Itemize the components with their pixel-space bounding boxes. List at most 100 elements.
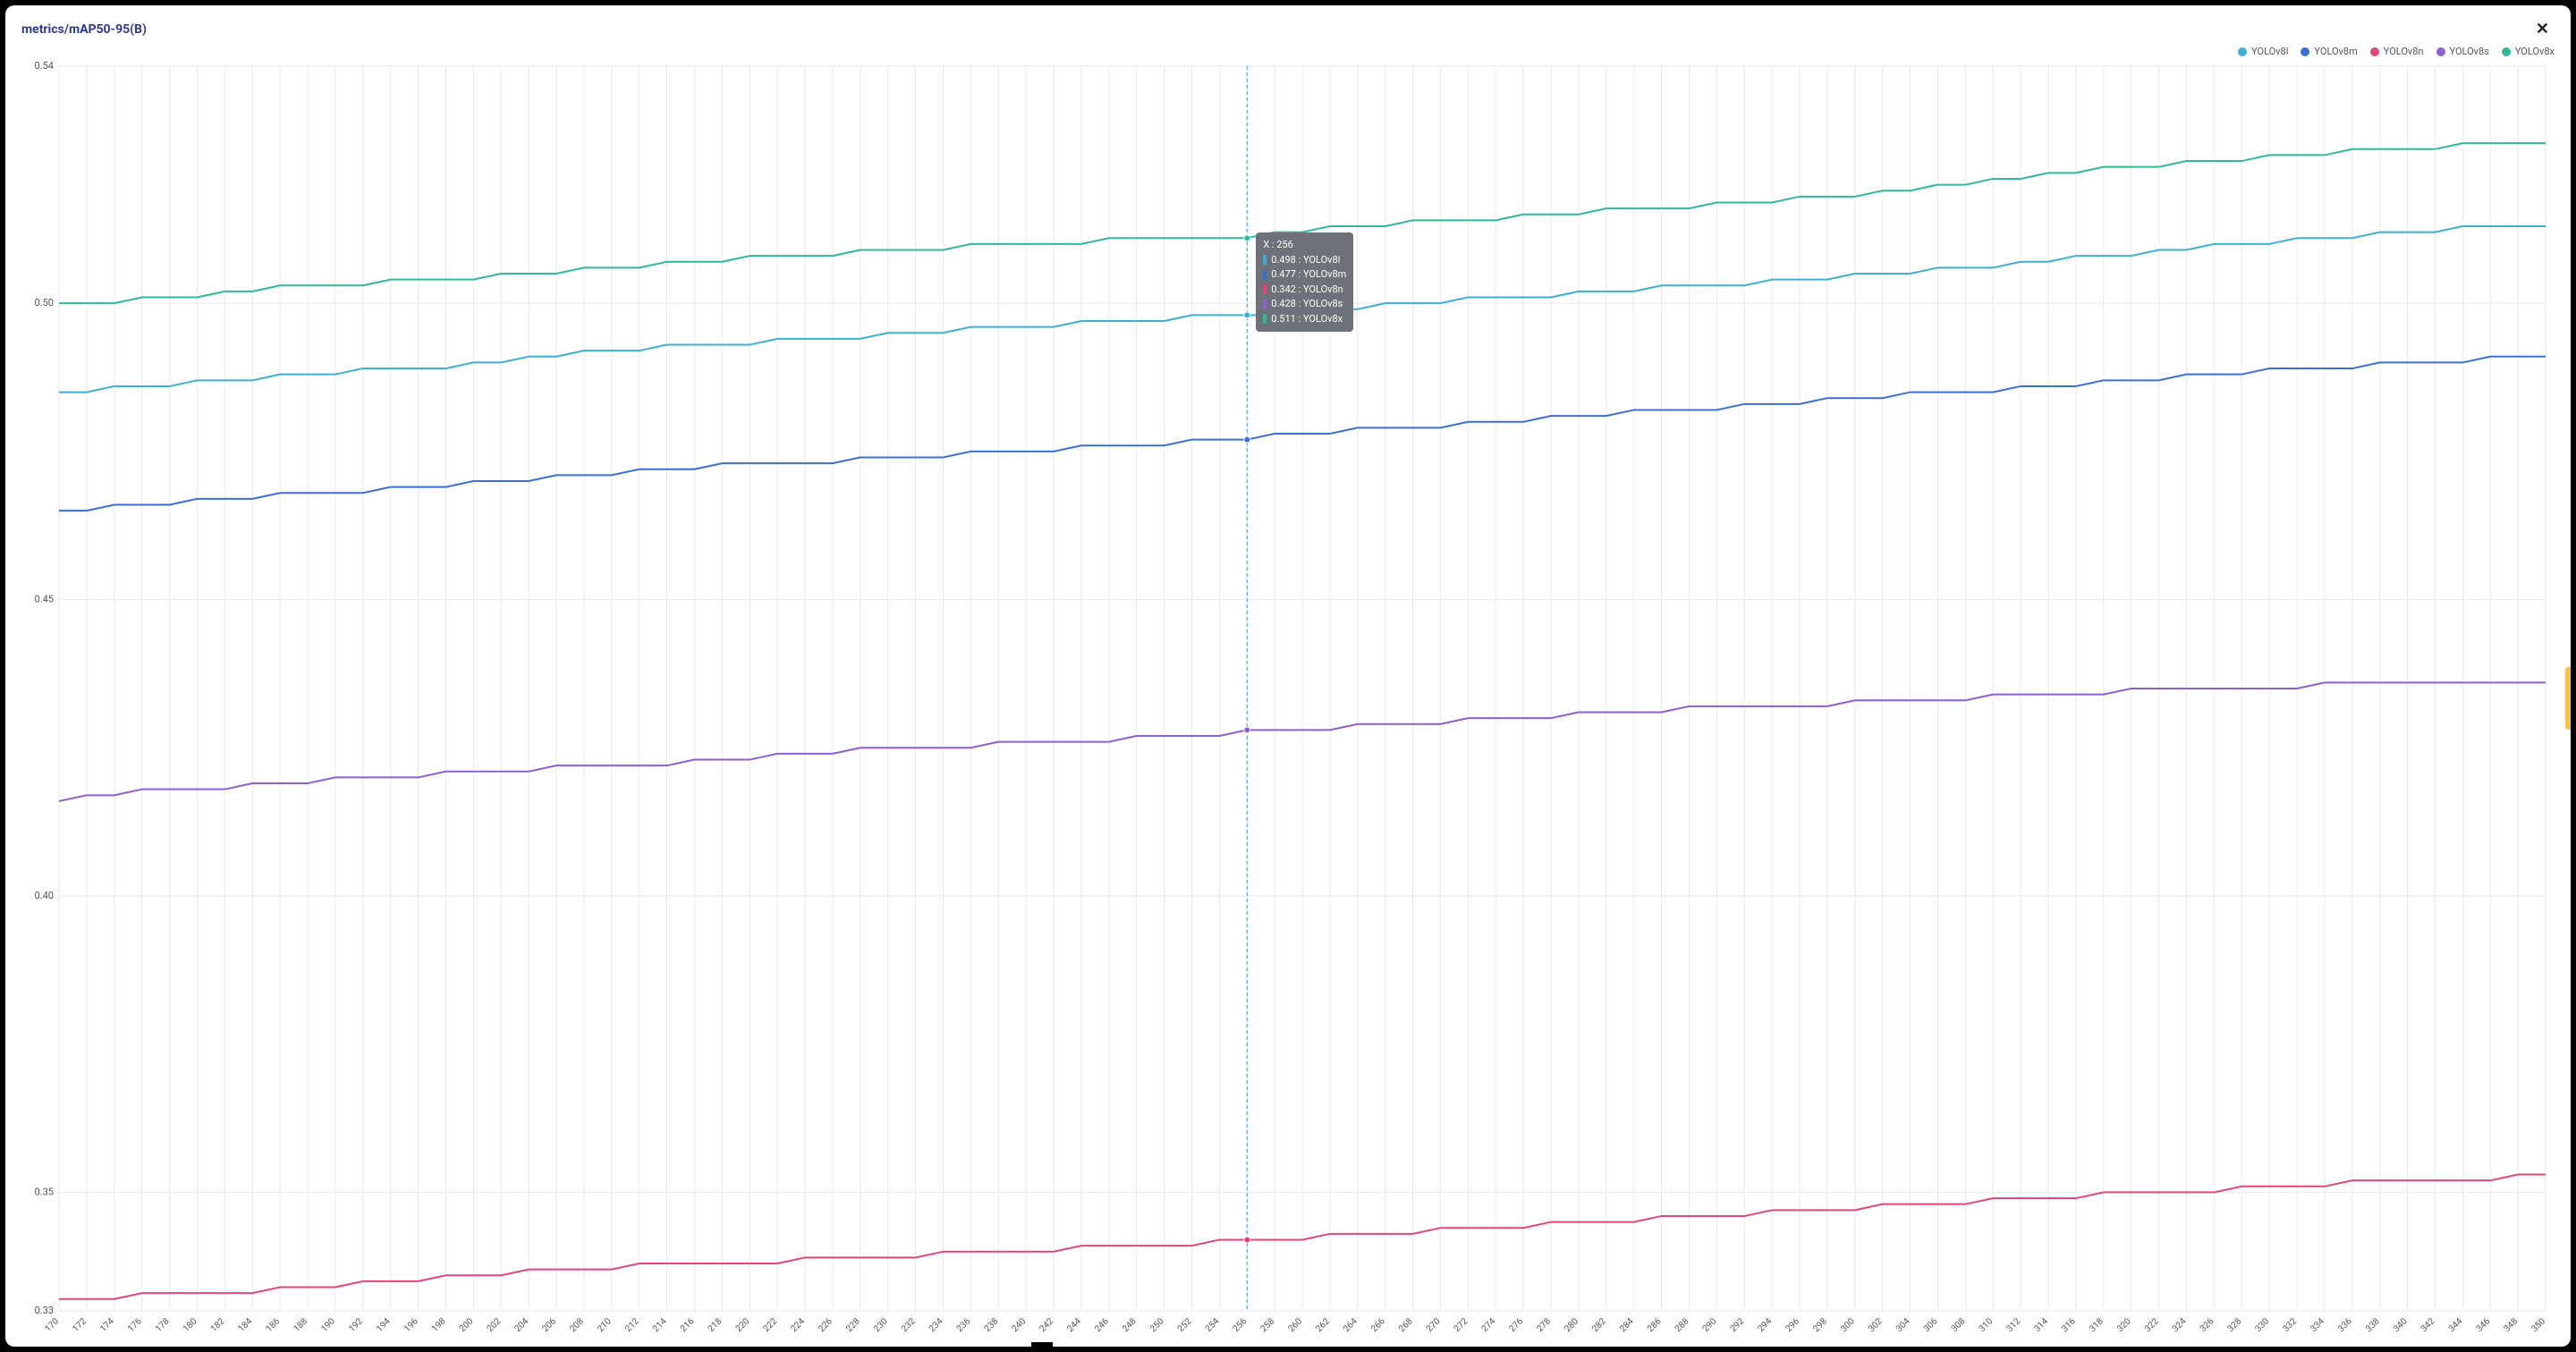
svg-text:274: 274: [1480, 1316, 1498, 1334]
svg-text:242: 242: [1038, 1316, 1055, 1334]
legend-label: YOLOv8n: [2384, 46, 2424, 57]
svg-text:0.35: 0.35: [35, 1186, 54, 1197]
svg-text:0.54: 0.54: [35, 61, 54, 72]
legend-label: YOLOv8s: [2450, 46, 2489, 57]
svg-text:306: 306: [1922, 1316, 1940, 1334]
svg-text:248: 248: [1121, 1316, 1139, 1334]
svg-text:316: 316: [2060, 1316, 2078, 1334]
svg-text:278: 278: [1535, 1316, 1553, 1334]
svg-text:328: 328: [2226, 1316, 2244, 1334]
svg-text:0.50: 0.50: [35, 297, 54, 308]
svg-text:344: 344: [2447, 1316, 2465, 1334]
close-icon[interactable]: ✕: [2530, 18, 2555, 40]
side-tab-handle[interactable]: [2565, 667, 2571, 730]
svg-text:350: 350: [2529, 1316, 2547, 1334]
svg-text:194: 194: [375, 1316, 393, 1334]
svg-text:314: 314: [2032, 1316, 2050, 1334]
svg-text:254: 254: [1204, 1316, 1222, 1334]
svg-text:310: 310: [1978, 1316, 1996, 1334]
svg-text:188: 188: [292, 1316, 309, 1334]
svg-text:238: 238: [983, 1316, 1001, 1334]
svg-text:326: 326: [2199, 1316, 2216, 1334]
svg-text:300: 300: [1839, 1316, 1857, 1334]
svg-text:234: 234: [928, 1316, 945, 1334]
chart-area[interactable]: 1701721741761781801821841861881901921941…: [21, 61, 2555, 1338]
legend-label: YOLOv8l: [2251, 46, 2288, 57]
svg-text:288: 288: [1674, 1316, 1691, 1334]
chart-svg[interactable]: 1701721741761781801821841861881901921941…: [21, 61, 2555, 1338]
svg-text:206: 206: [540, 1316, 558, 1334]
svg-text:272: 272: [1453, 1316, 1470, 1334]
svg-text:222: 222: [762, 1316, 780, 1334]
svg-text:172: 172: [71, 1316, 89, 1334]
svg-text:284: 284: [1618, 1316, 1636, 1334]
svg-text:346: 346: [2475, 1316, 2493, 1334]
chart-panel: metrics/mAP50-95(B) ✕ YOLOv8lYOLOv8mYOLO…: [5, 5, 2571, 1347]
svg-text:196: 196: [402, 1316, 420, 1334]
svg-text:282: 282: [1590, 1316, 1608, 1334]
svg-text:180: 180: [182, 1316, 199, 1334]
svg-text:192: 192: [347, 1316, 365, 1334]
svg-text:0.45: 0.45: [35, 594, 54, 605]
svg-text:230: 230: [872, 1316, 890, 1334]
svg-text:186: 186: [265, 1316, 283, 1334]
svg-text:330: 330: [2254, 1316, 2272, 1334]
svg-text:268: 268: [1397, 1316, 1415, 1334]
svg-text:318: 318: [2088, 1316, 2106, 1334]
svg-text:170: 170: [43, 1316, 61, 1334]
svg-text:292: 292: [1729, 1316, 1747, 1334]
svg-text:296: 296: [1784, 1316, 1801, 1334]
svg-text:302: 302: [1867, 1316, 1885, 1334]
svg-text:270: 270: [1425, 1316, 1443, 1334]
svg-text:202: 202: [486, 1316, 504, 1334]
svg-text:224: 224: [789, 1316, 807, 1334]
chart-title: metrics/mAP50-95(B): [21, 22, 147, 37]
chart-legend: YOLOv8l YOLOv8m YOLOv8n YOLOv8s YOLOv8x: [21, 46, 2555, 57]
svg-text:336: 336: [2336, 1316, 2354, 1334]
svg-text:304: 304: [1894, 1316, 1912, 1334]
svg-text:348: 348: [2503, 1316, 2521, 1334]
svg-text:252: 252: [1176, 1316, 1194, 1334]
svg-text:210: 210: [596, 1316, 614, 1334]
svg-text:0.33: 0.33: [35, 1305, 54, 1316]
svg-text:190: 190: [319, 1316, 337, 1334]
svg-text:212: 212: [623, 1316, 641, 1334]
svg-text:262: 262: [1314, 1316, 1332, 1334]
cursor-dot-yolov8l: [1244, 312, 1250, 318]
svg-text:308: 308: [1950, 1316, 1968, 1334]
svg-text:250: 250: [1148, 1316, 1166, 1334]
svg-text:216: 216: [679, 1316, 697, 1334]
svg-text:220: 220: [734, 1316, 752, 1334]
svg-text:236: 236: [955, 1316, 973, 1334]
legend-label: YOLOv8m: [2314, 46, 2357, 57]
svg-text:204: 204: [513, 1316, 531, 1334]
legend-dot: [2238, 47, 2247, 56]
legend-item-yolov8s[interactable]: YOLOv8s: [2436, 46, 2489, 57]
svg-text:260: 260: [1286, 1316, 1304, 1334]
svg-text:266: 266: [1369, 1316, 1387, 1334]
legend-dot: [2502, 47, 2511, 56]
legend-item-yolov8n[interactable]: YOLOv8n: [2370, 46, 2424, 57]
legend-item-yolov8l[interactable]: YOLOv8l: [2238, 46, 2288, 57]
svg-text:322: 322: [2143, 1316, 2161, 1334]
svg-text:246: 246: [1093, 1316, 1111, 1334]
svg-text:182: 182: [209, 1316, 227, 1334]
svg-text:334: 334: [2309, 1316, 2326, 1334]
svg-text:214: 214: [651, 1316, 669, 1334]
svg-text:218: 218: [707, 1316, 724, 1334]
svg-text:258: 258: [1259, 1316, 1277, 1334]
cursor-dot-yolov8s: [1244, 727, 1250, 733]
legend-item-yolov8x[interactable]: YOLOv8x: [2502, 46, 2555, 57]
svg-text:290: 290: [1701, 1316, 1719, 1334]
svg-text:294: 294: [1757, 1316, 1775, 1334]
cursor-dot-yolov8m: [1244, 436, 1250, 443]
svg-text:208: 208: [568, 1316, 586, 1334]
legend-dot: [2370, 47, 2379, 56]
svg-text:200: 200: [458, 1316, 476, 1334]
cursor-dot-yolov8x: [1244, 235, 1250, 241]
legend-item-yolov8m[interactable]: YOLOv8m: [2301, 46, 2357, 57]
svg-text:178: 178: [154, 1316, 172, 1334]
svg-text:320: 320: [2115, 1316, 2133, 1334]
svg-text:338: 338: [2364, 1316, 2382, 1334]
svg-text:198: 198: [430, 1316, 448, 1334]
